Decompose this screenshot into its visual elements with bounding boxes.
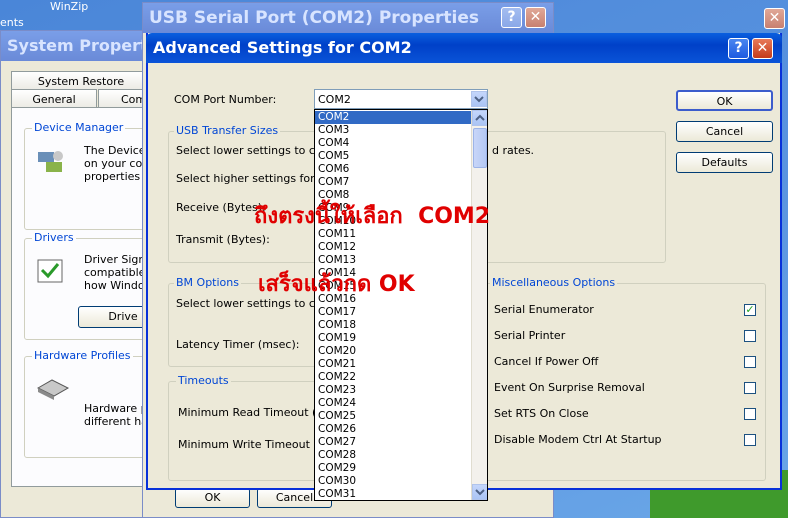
hardware-profiles-label: Hardware Profiles xyxy=(32,349,133,362)
misc-option-row: Set RTS On Close xyxy=(494,407,758,433)
hardware-profiles-icon xyxy=(36,374,70,402)
transmit-bytes-label: Transmit (Bytes): xyxy=(176,233,270,246)
set-rts-on-close-label: Set RTS On Close xyxy=(494,407,589,420)
usb-transfer-label: USB Transfer Sizes xyxy=(174,124,281,137)
driver-signing-icon xyxy=(36,258,66,286)
annotation-line-1: ถึงตรงนี้ให้เลือก COM2 xyxy=(254,198,490,233)
desktop-winzip-label[interactable]: WinZip xyxy=(50,0,88,13)
help-button[interactable]: ? xyxy=(728,38,749,59)
annotation-thai-select: ถึงตรงนี้ให้เลือก xyxy=(254,204,403,229)
misc-option-row: Serial Enumerator ✓ xyxy=(494,303,758,329)
com-port-option[interactable]: COM27 xyxy=(315,436,471,449)
usb-transfer-lower-text: Select lower settings to corre xyxy=(176,144,338,157)
serial-printer-label: Serial Printer xyxy=(494,329,566,342)
cancel-if-power-off-label: Cancel If Power Off xyxy=(494,355,599,368)
cancel-if-power-off-checkbox[interactable] xyxy=(744,356,756,368)
background-close-button[interactable]: ✕ xyxy=(762,8,788,30)
com-port-option[interactable]: COM25 xyxy=(315,410,471,423)
usb-serial-title: USB Serial Port (COM2) Properties xyxy=(149,8,480,28)
serial-printer-checkbox[interactable] xyxy=(744,330,756,342)
latency-timer-label: Latency Timer (msec): xyxy=(176,338,300,351)
com-port-option[interactable]: COM2 xyxy=(315,111,471,124)
disable-modem-ctrl-checkbox[interactable] xyxy=(744,434,756,446)
background-close-icon: ✕ xyxy=(764,8,785,29)
set-rts-on-close-checkbox[interactable] xyxy=(744,408,756,420)
com-port-option[interactable]: COM5 xyxy=(315,150,471,163)
close-button[interactable]: ✕ xyxy=(752,38,773,59)
dropdown-scrollbar[interactable] xyxy=(471,110,487,500)
misc-option-row: Disable Modem Ctrl At Startup xyxy=(494,433,758,459)
receive-bytes-label: Receive (Bytes): xyxy=(176,201,266,214)
misc-option-row: Cancel If Power Off xyxy=(494,355,758,381)
defaults-button[interactable]: Defaults xyxy=(676,152,773,173)
com-port-option[interactable]: COM4 xyxy=(315,137,471,150)
chevron-down-icon[interactable] xyxy=(471,91,487,107)
com-port-option[interactable]: COM18 xyxy=(315,319,471,332)
drivers-label: Drivers xyxy=(32,231,76,244)
timeouts-group xyxy=(168,381,320,481)
scroll-thumb[interactable] xyxy=(473,128,487,168)
ok-button[interactable]: OK xyxy=(676,90,773,111)
misc-options-list: Serial Enumerator ✓ Serial Printer Cancel… xyxy=(494,303,758,459)
com-port-option[interactable]: COM22 xyxy=(315,371,471,384)
com-port-option[interactable]: COM3 xyxy=(315,124,471,137)
usb-close-button[interactable]: ✕ xyxy=(525,7,546,28)
com-port-dropdown-list[interactable]: COM2 COM3 COM4 COM5 COM6 COM7 COM8 COM9 COM10 COM… xyxy=(314,109,488,501)
misc-options-label: Miscellaneous Options xyxy=(490,276,618,289)
tab-general[interactable]: General xyxy=(11,89,97,107)
event-on-surprise-removal-checkbox[interactable] xyxy=(744,382,756,394)
com-port-option[interactable]: COM28 xyxy=(315,449,471,462)
cancel-button[interactable]: Cancel xyxy=(676,121,773,142)
com-port-select[interactable]: COM2 xyxy=(314,89,488,109)
annotation-line-2: เสร็จแล้วกด OK xyxy=(258,272,415,297)
advanced-settings-titlebar: Advanced Settings for COM2 xyxy=(146,33,782,63)
com-port-option[interactable]: COM29 xyxy=(315,462,471,475)
desktop-ents-label[interactable]: ents xyxy=(0,16,24,29)
usb-ok-button[interactable]: OK xyxy=(175,488,250,508)
com-port-option[interactable]: COM6 xyxy=(315,163,471,176)
annotation-com2: COM2 xyxy=(418,204,491,229)
com-port-option[interactable]: COM20 xyxy=(315,345,471,358)
usb-transfer-rates-text: d rates. xyxy=(492,144,535,157)
com-port-option[interactable]: COM23 xyxy=(315,384,471,397)
bm-options-label: BM Options xyxy=(174,276,241,289)
com-port-option[interactable]: COM31 xyxy=(315,488,471,500)
advanced-settings-title: Advanced Settings for COM2 xyxy=(153,38,412,57)
tab-system-restore[interactable]: System Restore xyxy=(11,71,151,89)
com-port-option[interactable]: COM30 xyxy=(315,475,471,488)
com-port-option[interactable]: COM21 xyxy=(315,358,471,371)
usb-transfer-higher-text: Select higher settings for fas xyxy=(176,172,335,185)
disable-modem-ctrl-label: Disable Modem Ctrl At Startup xyxy=(494,433,662,446)
com-port-option[interactable]: COM17 xyxy=(315,306,471,319)
event-on-surprise-removal-label: Event On Surprise Removal xyxy=(494,381,645,394)
advanced-settings-dialog: Advanced Settings for COM2 ? ✕ COM Port … xyxy=(146,33,782,501)
device-manager-label: Device Manager xyxy=(32,121,126,134)
timeouts-label: Timeouts xyxy=(176,374,231,387)
device-manager-icon xyxy=(36,148,66,176)
scroll-down-arrow-icon[interactable] xyxy=(472,484,487,500)
com-port-options: COM2 COM3 COM4 COM5 COM6 COM7 COM8 COM9 COM10 COM… xyxy=(315,111,471,500)
serial-enumerator-checkbox[interactable]: ✓ xyxy=(744,304,756,316)
misc-option-row: Event On Surprise Removal xyxy=(494,381,758,407)
com-port-option[interactable]: COM12 xyxy=(315,241,471,254)
serial-enumerator-label: Serial Enumerator xyxy=(494,303,594,316)
com-port-option[interactable]: COM19 xyxy=(315,332,471,345)
usb-help-button[interactable]: ? xyxy=(501,7,522,28)
com-port-option[interactable]: COM7 xyxy=(315,176,471,189)
com-port-select-value: COM2 xyxy=(318,93,351,106)
system-properties-title: System Propert xyxy=(7,36,148,55)
com-port-option[interactable]: COM24 xyxy=(315,397,471,410)
com-port-label: COM Port Number: xyxy=(174,93,277,106)
scroll-up-arrow-icon[interactable] xyxy=(472,110,487,126)
misc-option-row: Serial Printer xyxy=(494,329,758,355)
com-port-option[interactable]: COM26 xyxy=(315,423,471,436)
usb-serial-titlebar: USB Serial Port (COM2) Properties xyxy=(143,3,553,33)
